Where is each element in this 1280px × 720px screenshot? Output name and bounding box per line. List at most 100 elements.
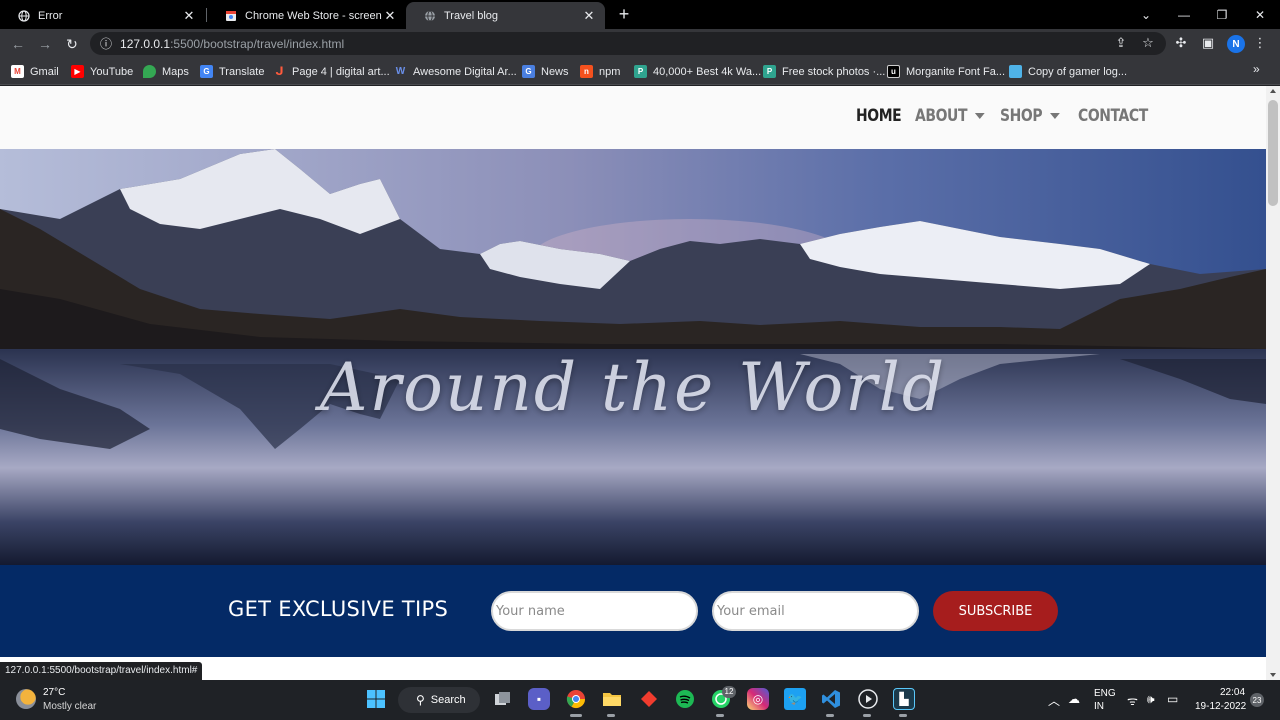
- unsplash-icon: u: [887, 65, 900, 78]
- translate-icon: G: [200, 65, 213, 78]
- scroll-thumb[interactable]: [1268, 100, 1278, 206]
- volume-icon[interactable]: 🕪: [1147, 692, 1155, 707]
- profile-avatar[interactable]: N: [1227, 35, 1245, 53]
- tab-travel-blog[interactable]: Travel blog ✕: [406, 2, 605, 29]
- npm-icon: n: [580, 65, 593, 78]
- onedrive-cloud-icon[interactable]: ☁: [1068, 692, 1080, 706]
- teams-chat-icon[interactable]: ▪: [528, 688, 550, 710]
- bookmark-maps[interactable]: Maps: [143, 63, 189, 80]
- site-navbar: HOME ABOUT SHOP CONTACT: [0, 86, 1266, 149]
- tips-heading: GET EXCLUSIVE TIPS: [228, 597, 449, 621]
- subscribe-button[interactable]: SUBSCRIBE: [933, 591, 1058, 631]
- wifi-icon[interactable]: ᯤ: [1127, 692, 1138, 709]
- reload-icon[interactable]: ↻: [62, 34, 82, 54]
- nav-home[interactable]: HOME: [856, 106, 902, 126]
- spotify-icon[interactable]: [674, 688, 696, 710]
- search-label: Search: [430, 694, 466, 706]
- nav-shop[interactable]: SHOP: [1000, 106, 1061, 126]
- bookmark-wallpapers[interactable]: P 40,000+ Best 4k Wa...: [634, 63, 761, 80]
- url-path: :5500/bootstrap/travel/index.html: [170, 36, 345, 51]
- nav-home-label: HOME: [856, 106, 902, 126]
- close-tab-icon[interactable]: ✕: [581, 8, 597, 24]
- media-running-indicator: [863, 714, 871, 717]
- nav-about[interactable]: ABOUT: [915, 106, 986, 126]
- language-line-2[interactable]: IN: [1094, 701, 1104, 712]
- bookmark-label: npm: [599, 65, 621, 78]
- app-terminal-icon[interactable]: ▙: [893, 688, 915, 710]
- page-scrollbar[interactable]: [1266, 86, 1280, 680]
- bookmark-label: Free stock photos ·...: [782, 65, 886, 78]
- address-bar[interactable]: ⓘ 127.0.0.1:5500/bootstrap/travel/index.…: [90, 32, 1166, 55]
- tab-chrome-web-store[interactable]: Chrome Web Store - screen recor ✕: [207, 2, 406, 29]
- tab-error[interactable]: Error ✕: [0, 2, 205, 29]
- nav-contact-label: CONTACT: [1078, 106, 1148, 126]
- share-icon[interactable]: ⇪: [1112, 34, 1130, 52]
- terminal-running-indicator: [899, 714, 907, 717]
- flame-icon: ᒍ: [275, 66, 284, 78]
- scroll-up-arrow-icon[interactable]: [1270, 89, 1276, 93]
- nav-shop-label: SHOP: [1000, 106, 1043, 126]
- windows-start-icon[interactable]: [365, 688, 387, 710]
- scroll-down-arrow-icon[interactable]: [1270, 673, 1276, 677]
- maps-pin-icon: [143, 65, 156, 78]
- whatsapp-running-indicator: [716, 714, 724, 717]
- bookmark-youtube[interactable]: ▶ YouTube: [71, 63, 133, 80]
- globe-icon: [18, 9, 30, 22]
- close-tab-icon[interactable]: ✕: [382, 8, 398, 24]
- file-explorer-icon[interactable]: [601, 688, 623, 710]
- caret-down-icon: [1050, 113, 1061, 119]
- bookmark-label: News: [541, 65, 569, 78]
- bookmark-free-stock[interactable]: P Free stock photos ·...: [763, 63, 885, 80]
- bookmarks-overflow-icon[interactable]: »: [1253, 62, 1260, 76]
- more-menu-icon[interactable]: ⋮: [1251, 34, 1269, 52]
- bookmark-page4[interactable]: ᒍ Page 4 | digital art...: [273, 63, 390, 80]
- weather-moon-cloud-icon[interactable]: [16, 689, 36, 709]
- media-player-icon[interactable]: [857, 688, 879, 710]
- bookmark-morganite[interactable]: u Morganite Font Fa...: [887, 63, 1005, 80]
- new-tab-icon[interactable]: +: [614, 4, 634, 24]
- email-input[interactable]: [712, 591, 919, 631]
- side-panel-icon[interactable]: ▣: [1199, 34, 1217, 52]
- close-tab-icon[interactable]: ✕: [181, 8, 197, 24]
- task-view-icon[interactable]: [492, 688, 514, 710]
- web-store-icon: [225, 10, 237, 22]
- clock-date[interactable]: 19-12-2022: [1195, 701, 1246, 712]
- instagram-icon[interactable]: ◎: [747, 688, 769, 710]
- bookmark-translate[interactable]: G Translate: [200, 63, 264, 80]
- bookmark-label: Page 4 | digital art...: [292, 65, 390, 78]
- maximize-icon[interactable]: ❐: [1203, 0, 1241, 29]
- vscode-icon[interactable]: [820, 688, 842, 710]
- nav-contact[interactable]: CONTACT: [1078, 106, 1148, 126]
- twitter-icon[interactable]: 🐦: [784, 688, 806, 710]
- minimize-icon[interactable]: —: [1165, 0, 1203, 29]
- notification-count-badge[interactable]: 23: [1250, 693, 1264, 707]
- close-window-icon[interactable]: ✕: [1241, 0, 1279, 29]
- image-file-icon: [1009, 65, 1022, 78]
- tab-search-chevron-icon[interactable]: ⌄: [1127, 0, 1165, 29]
- bookmark-npm[interactable]: n npm: [580, 63, 620, 80]
- chrome-icon[interactable]: [565, 688, 587, 710]
- back-arrow-icon[interactable]: ←: [8, 34, 28, 54]
- vscode-running-indicator: [826, 714, 834, 717]
- git-diamond-icon[interactable]: [638, 688, 660, 710]
- bookmark-awesome-digital[interactable]: W Awesome Digital Ar...: [394, 63, 517, 80]
- language-line-1[interactable]: ENG: [1094, 688, 1116, 699]
- bookmark-gamer-logo[interactable]: Copy of gamer log...: [1009, 63, 1127, 80]
- info-icon[interactable]: ⓘ: [100, 35, 112, 52]
- battery-icon[interactable]: ▭: [1167, 692, 1178, 706]
- extensions-puzzle-icon[interactable]: ✣: [1172, 34, 1190, 52]
- page-viewport: HOME ABOUT SHOP CONTACT Around the World…: [0, 86, 1280, 680]
- hero-banner: Around the World: [0, 149, 1266, 565]
- clock-time[interactable]: 22:04: [1220, 687, 1245, 698]
- name-input[interactable]: [491, 591, 698, 631]
- tray-chevron-up-icon[interactable]: ︿: [1048, 692, 1060, 709]
- bookmark-news[interactable]: G News: [522, 63, 569, 80]
- taskbar-search[interactable]: ⚲ Search: [398, 687, 480, 713]
- tab-title: Travel blog: [444, 9, 499, 22]
- bookmark-label: Copy of gamer log...: [1028, 65, 1128, 78]
- bookmark-gmail[interactable]: M Gmail: [11, 63, 59, 80]
- weather-temperature: 27°C: [43, 687, 66, 698]
- weather-description: Mostly clear: [43, 701, 97, 712]
- bookmark-star-icon[interactable]: ☆: [1139, 34, 1157, 52]
- forward-arrow-icon[interactable]: →: [35, 34, 55, 54]
